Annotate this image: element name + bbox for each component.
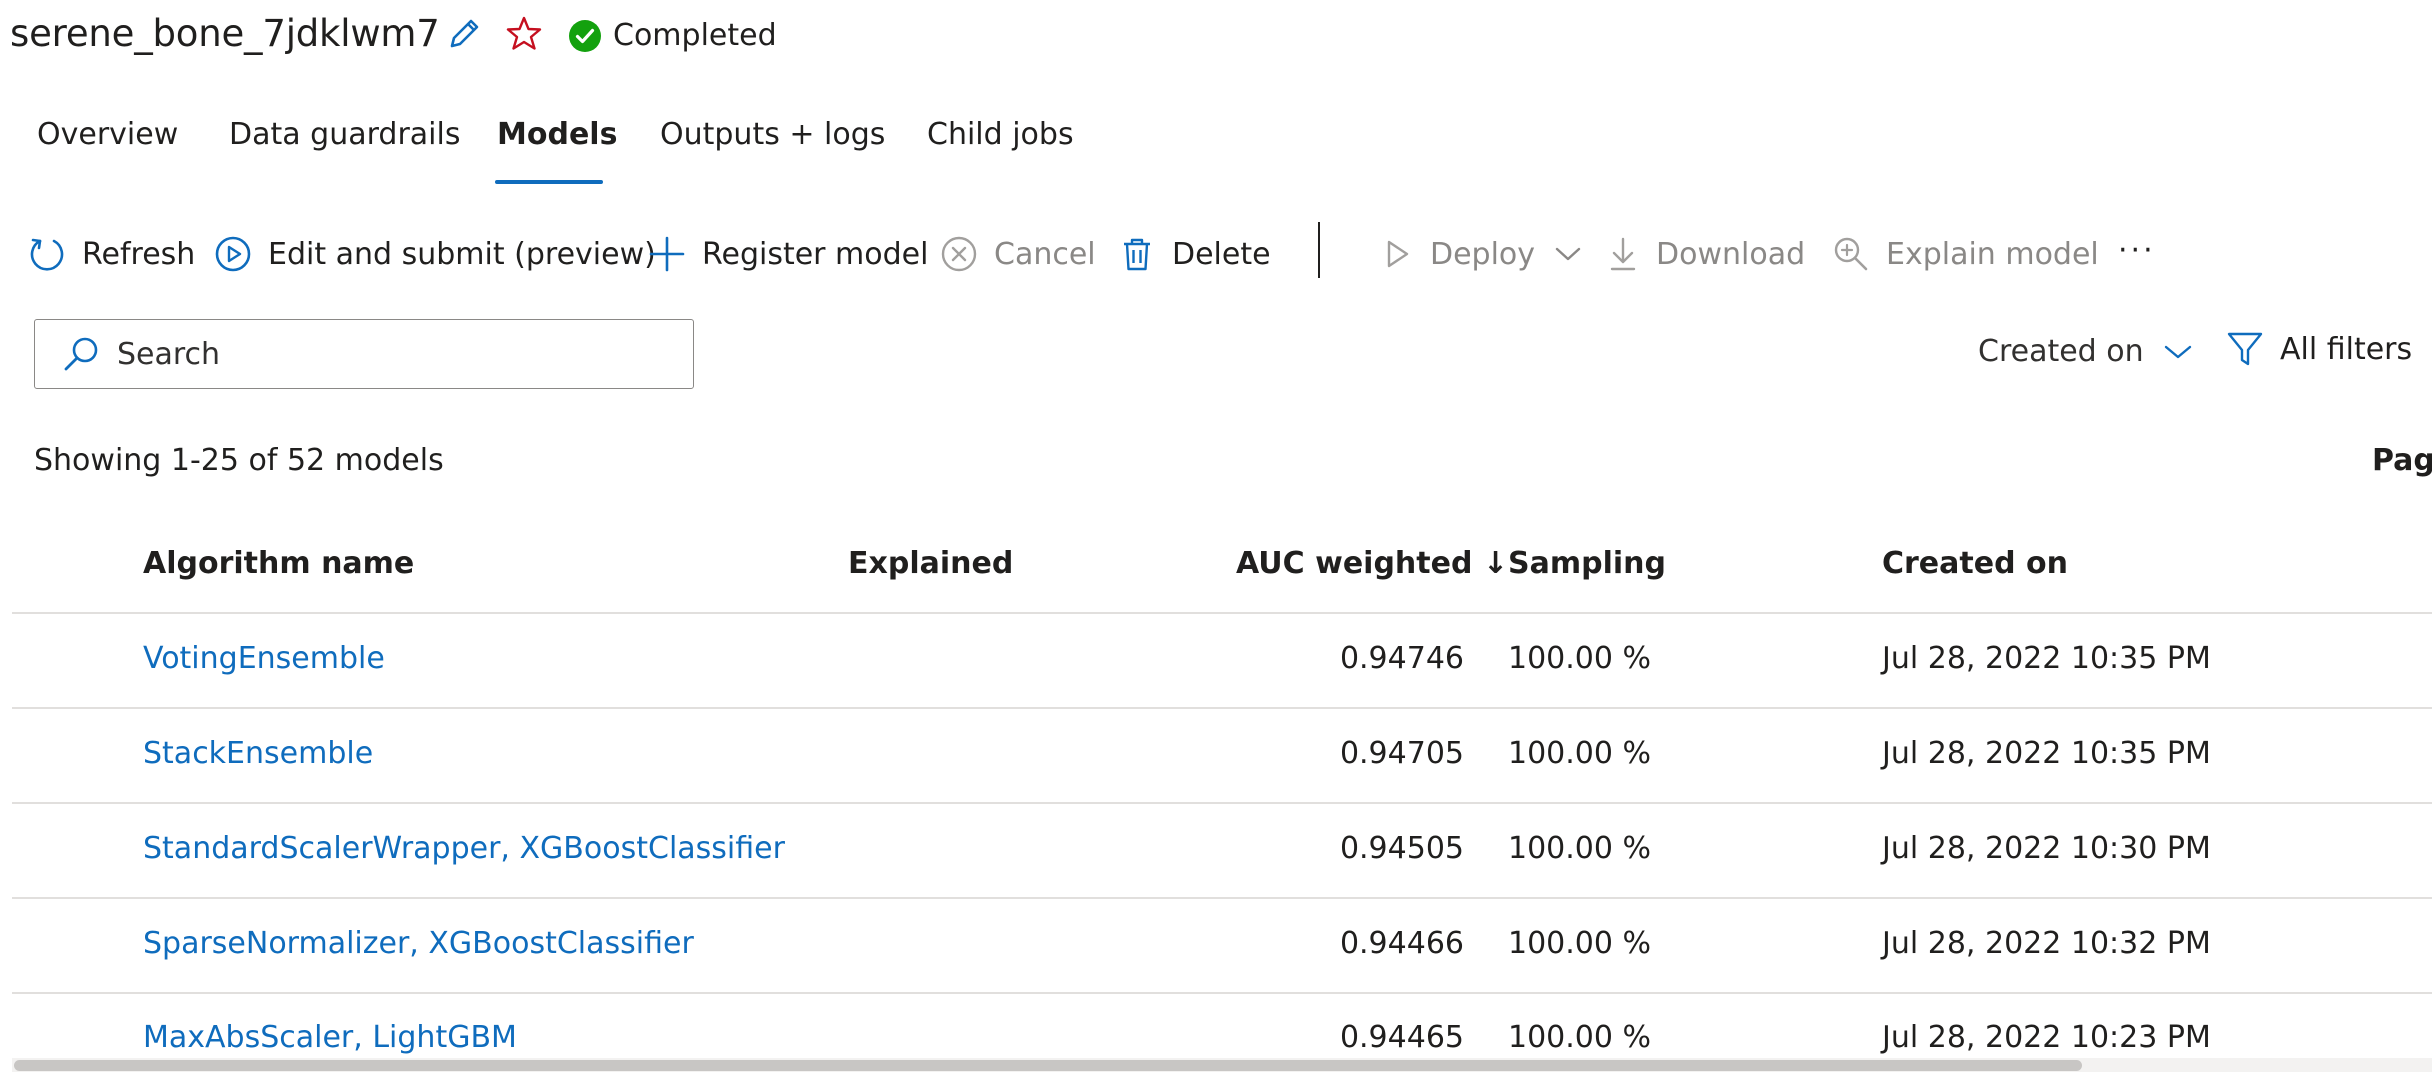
sampling-cell: 100.00 % (1508, 736, 1652, 771)
column-header-sampling[interactable]: Sampling (1508, 546, 1666, 581)
play-icon (1380, 237, 1414, 271)
results-count: Showing 1-25 of 52 models (34, 443, 444, 478)
created-on-cell: Jul 28, 2022 10:35 PM (1882, 736, 2211, 771)
auc-weighted-cell: 0.94505 (1339, 831, 1464, 866)
auc-weighted-cell: 0.94746 (1339, 641, 1464, 676)
tab-overview[interactable]: Overview (37, 117, 178, 152)
sampling-cell: 100.00 % (1508, 1020, 1652, 1055)
created-on-cell: Jul 28, 2022 10:23 PM (1882, 1020, 2211, 1055)
sampling-cell: 100.00 % (1508, 831, 1652, 866)
sort-label: Created on (1978, 334, 2144, 369)
zoom-in-icon (1832, 235, 1870, 273)
tab-data-guardrails[interactable]: Data guardrails (229, 117, 460, 152)
created-on-cell: Jul 28, 2022 10:32 PM (1882, 926, 2211, 961)
toolbar-divider (1318, 222, 1320, 278)
cancel-button[interactable]: Cancel (940, 226, 1096, 282)
download-icon (1606, 235, 1640, 273)
refresh-icon (28, 235, 66, 273)
tab-models[interactable]: Models (497, 117, 617, 152)
deploy-label: Deploy (1430, 236, 1536, 272)
search-box[interactable] (34, 319, 694, 389)
column-header-auc-weighted[interactable]: AUC weighted ↓ (1236, 546, 1508, 581)
tab-outputs-logs[interactable]: Outputs + logs (660, 117, 885, 152)
tab-child-jobs[interactable]: Child jobs (927, 117, 1074, 152)
delete-label: Delete (1172, 236, 1271, 272)
search-icon (61, 334, 101, 374)
trash-icon (1118, 235, 1156, 273)
auc-weighted-cell: 0.94705 (1339, 736, 1464, 771)
algorithm-name-link[interactable]: MaxAbsScaler, LightGBM (143, 1020, 517, 1055)
column-header-explained[interactable]: Explained (848, 546, 1013, 581)
column-header-algorithm-name[interactable]: Algorithm name (143, 546, 414, 581)
cancel-label: Cancel (994, 236, 1096, 272)
all-filters-label: All filters (2280, 331, 2413, 367)
horizontal-scrollbar-thumb[interactable] (14, 1060, 2082, 1071)
explain-model-label: Explain model (1886, 236, 2099, 272)
page-label: Page (2372, 443, 2432, 478)
more-options-button[interactable]: ··· (2118, 222, 2156, 278)
download-label: Download (1656, 236, 1806, 272)
edit-pencil-icon[interactable] (444, 14, 484, 58)
sort-created-on-dropdown[interactable]: Created on (1978, 334, 2192, 369)
status-check-icon (568, 19, 602, 57)
all-filters-button[interactable]: All filters (2226, 330, 2412, 368)
refresh-label: Refresh (82, 236, 196, 272)
filter-icon (2226, 330, 2264, 368)
play-circle-icon (214, 235, 252, 273)
status-label: Completed (613, 18, 777, 53)
chevron-down-icon (1555, 246, 1581, 262)
edit-submit-label: Edit and submit (preview) (268, 236, 656, 272)
add-icon (648, 235, 686, 273)
register-model-button[interactable]: Register model (648, 226, 928, 282)
active-tab-indicator (495, 180, 603, 184)
auc-weighted-cell: 0.94465 (1339, 1020, 1464, 1055)
download-button[interactable]: Download (1606, 226, 1805, 282)
created-on-cell: Jul 28, 2022 10:30 PM (1882, 831, 2211, 866)
edit-submit-button[interactable]: Edit and submit (preview) (214, 226, 656, 282)
sampling-cell: 100.00 % (1508, 926, 1652, 961)
register-model-label: Register model (702, 236, 929, 272)
algorithm-name-link[interactable]: SparseNormalizer, XGBoostClassifier (143, 926, 694, 961)
algorithm-name-link[interactable]: StandardScalerWrapper, XGBoostClassifier (143, 831, 785, 866)
search-input[interactable] (115, 335, 655, 373)
refresh-button[interactable]: Refresh (28, 226, 195, 282)
chevron-down-icon (2164, 344, 2192, 360)
created-on-cell: Jul 28, 2022 10:35 PM (1882, 641, 2211, 676)
deploy-button[interactable]: Deploy (1380, 226, 1581, 282)
column-header-created-on[interactable]: Created on (1882, 546, 2068, 581)
sampling-cell: 100.00 % (1508, 641, 1652, 676)
auc-weighted-cell: 0.94466 (1339, 926, 1464, 961)
job-title: serene_bone_7jdklwm7 (10, 12, 440, 55)
algorithm-name-link[interactable]: StackEnsemble (143, 736, 373, 771)
cancel-circle-icon (940, 235, 978, 273)
explain-model-button[interactable]: Explain model (1832, 226, 2099, 282)
algorithm-name-link[interactable]: VotingEnsemble (143, 641, 385, 676)
delete-button[interactable]: Delete (1118, 226, 1271, 282)
favorite-star-icon[interactable] (504, 14, 544, 58)
